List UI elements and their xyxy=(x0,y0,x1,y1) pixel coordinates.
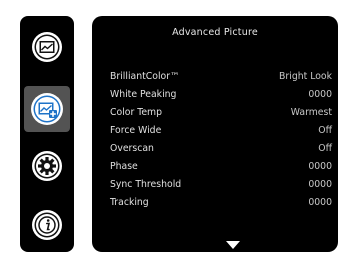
menu-item-label: BrilliantColor™ xyxy=(110,71,180,82)
menu-item-value: 0000 xyxy=(308,161,332,172)
menu-item-value: Warmest xyxy=(290,107,332,118)
info-icon xyxy=(30,208,64,242)
sidebar-item-picture[interactable] xyxy=(24,24,70,70)
chevron-down-icon[interactable] xyxy=(226,241,240,249)
menu-item-label: Overscan xyxy=(110,143,154,154)
panel-title: Advanced Picture xyxy=(172,27,258,38)
menu-item-value: 0000 xyxy=(308,89,332,100)
menu-panel: Advanced Picture BrilliantColor™ Bright … xyxy=(92,16,338,252)
menu-item-white-peaking[interactable]: White Peaking 0000 xyxy=(110,86,332,103)
menu-item-brilliantcolor[interactable]: BrilliantColor™ Bright Look xyxy=(110,68,332,85)
gear-icon xyxy=(30,149,64,183)
menu-item-tracking[interactable]: Tracking 0000 xyxy=(110,194,332,211)
sidebar xyxy=(20,16,74,252)
menu-item-label: White Peaking xyxy=(110,89,177,100)
menu-item-force-wide[interactable]: Force Wide Off xyxy=(110,122,332,139)
menu-item-value: 0000 xyxy=(308,179,332,190)
menu-item-label: Color Temp xyxy=(110,107,163,118)
menu-item-value: Bright Look xyxy=(279,71,332,82)
menu-item-value: 0000 xyxy=(308,197,332,208)
menu-item-label: Force Wide xyxy=(110,125,162,136)
menu-item-color-temp[interactable]: Color Temp Warmest xyxy=(110,104,332,121)
menu-item-label: Sync Threshold xyxy=(110,179,182,190)
menu-item-value: Off xyxy=(318,125,332,136)
sidebar-item-settings[interactable] xyxy=(24,143,70,189)
picture-icon xyxy=(30,30,64,64)
menu-item-phase[interactable]: Phase 0000 xyxy=(110,158,332,175)
menu-item-label: Tracking xyxy=(110,197,149,208)
menu-item-overscan[interactable]: Overscan Off xyxy=(110,140,332,157)
sidebar-item-info[interactable] xyxy=(24,202,70,248)
menu-item-sync-threshold[interactable]: Sync Threshold 0000 xyxy=(110,176,332,193)
sidebar-item-advanced-picture[interactable] xyxy=(24,86,70,132)
advanced-picture-icon xyxy=(29,91,65,127)
menu-item-label: Phase xyxy=(110,161,138,172)
menu-item-value: Off xyxy=(318,143,332,154)
